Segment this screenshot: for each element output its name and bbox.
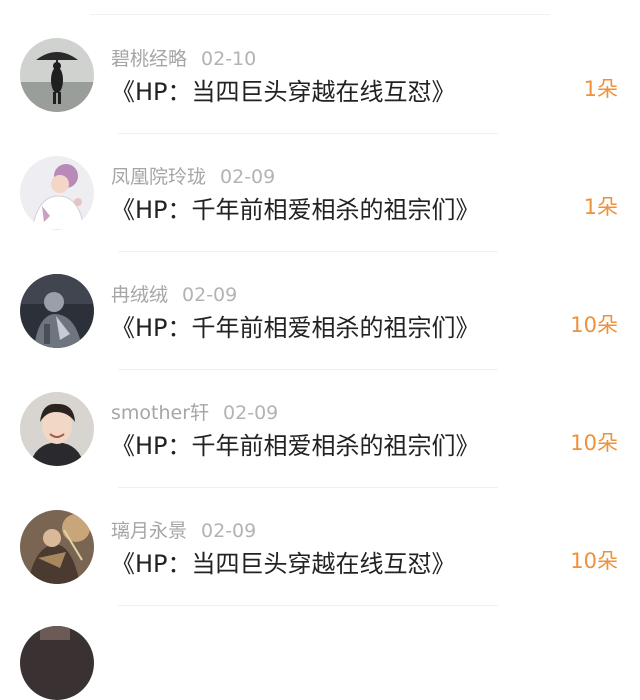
novel-title[interactable]: 《HP：千年前相爱相杀的祖宗们》 <box>111 195 480 225</box>
novel-title[interactable]: 《HP：当四巨头穿越在线互怼》 <box>111 549 456 579</box>
meta-line: 碧桃经略 02-10 <box>111 48 256 70</box>
avatar-silhouette-umbrella-icon <box>20 38 94 112</box>
list-item[interactable]: 碧桃经略 02-10 《HP：当四巨头穿越在线互怼》 1朵 <box>0 16 640 134</box>
avatar-anime-light-icon <box>20 156 94 230</box>
avatar[interactable] <box>20 626 94 700</box>
avatar-game-character-icon <box>20 510 94 584</box>
avatar[interactable] <box>20 274 94 348</box>
flower-count: 10朵 <box>570 431 618 455</box>
avatar[interactable] <box>20 510 94 584</box>
list-item[interactable]: 凤凰院玲珑 02-09 《HP：千年前相爱相杀的祖宗们》 1朵 <box>0 134 640 252</box>
flower-count: 10朵 <box>570 549 618 573</box>
date: 02-09 <box>182 284 238 306</box>
divider <box>90 14 550 15</box>
meta-line: 璃月永景 02-09 <box>111 520 256 542</box>
meta-line: smother轩 02-09 <box>111 402 278 424</box>
username[interactable]: smother轩 <box>111 402 209 424</box>
avatar[interactable] <box>20 392 94 466</box>
date: 02-10 <box>201 48 257 70</box>
date: 02-09 <box>223 402 279 424</box>
username[interactable]: 璃月永景 <box>111 520 187 542</box>
avatar[interactable] <box>20 156 94 230</box>
flower-count: 10朵 <box>570 313 618 337</box>
avatar-partial-icon <box>20 626 94 700</box>
avatar-dark-armor-icon <box>20 274 94 348</box>
novel-title[interactable]: 《HP：当四巨头穿越在线互怼》 <box>111 77 456 107</box>
divider <box>118 605 498 606</box>
novel-title[interactable]: 《HP：千年前相爱相杀的祖宗们》 <box>111 431 480 461</box>
avatar-photo-person-icon <box>20 392 94 466</box>
flower-count: 1朵 <box>583 195 618 219</box>
list-item[interactable]: 冉绒绒 02-09 《HP：千年前相爱相杀的祖宗们》 10朵 <box>0 252 640 370</box>
date: 02-09 <box>201 520 257 542</box>
meta-line: 凤凰院玲珑 02-09 <box>111 166 275 188</box>
list-item[interactable]: 璃月永景 02-09 《HP：当四巨头穿越在线互怼》 10朵 <box>0 488 640 606</box>
date: 02-09 <box>220 166 276 188</box>
avatar[interactable] <box>20 38 94 112</box>
flower-count: 1朵 <box>583 77 618 101</box>
meta-line: 冉绒绒 02-09 <box>111 284 237 306</box>
username[interactable]: 凤凰院玲珑 <box>111 166 206 188</box>
username[interactable]: 冉绒绒 <box>111 284 168 306</box>
novel-title[interactable]: 《HP：千年前相爱相杀的祖宗们》 <box>111 313 480 343</box>
list-item[interactable]: smother轩 02-09 《HP：千年前相爱相杀的祖宗们》 10朵 <box>0 370 640 488</box>
gift-record-list: 碧桃经略 02-10 《HP：当四巨头穿越在线互怼》 1朵 凤凰院玲珑 02-09 … <box>0 0 640 700</box>
username[interactable]: 碧桃经略 <box>111 48 187 70</box>
